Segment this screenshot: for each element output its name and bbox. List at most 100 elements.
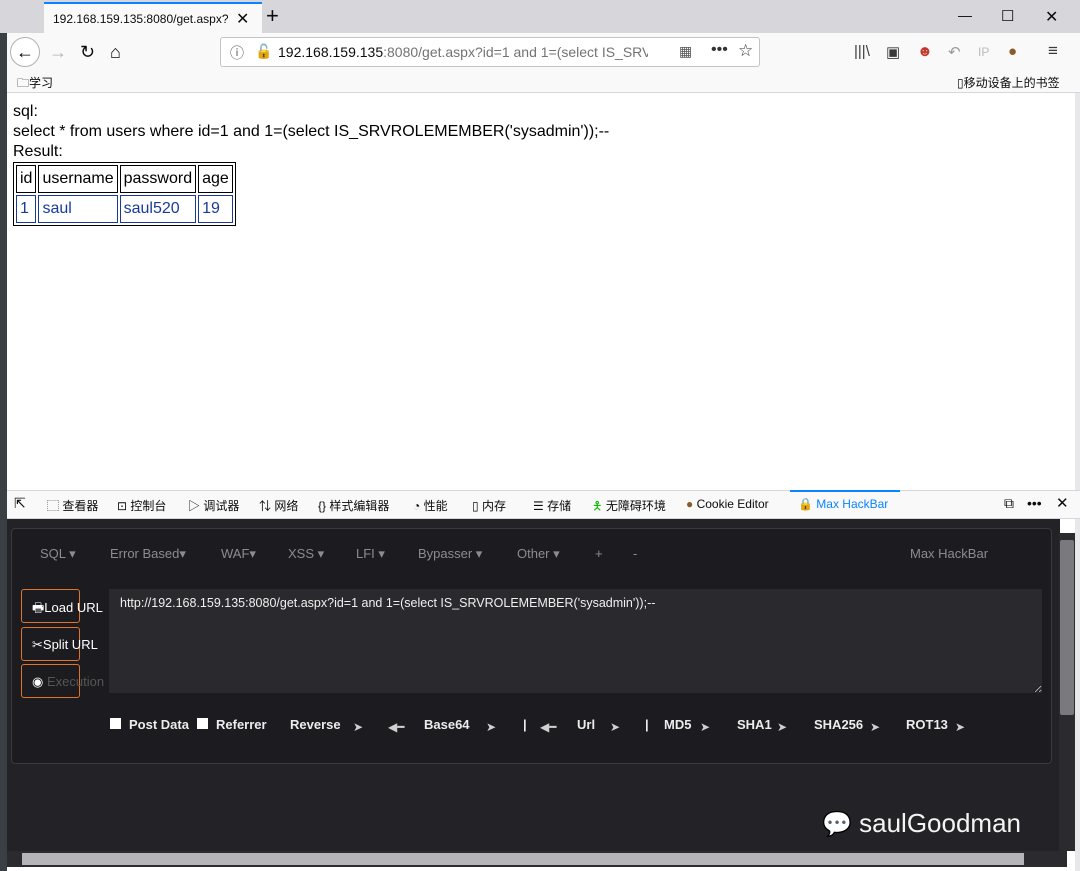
tab-label: 无障碍环境 xyxy=(605,499,666,513)
url-encode-icon[interactable]: ➤ xyxy=(610,720,620,734)
hackbar-url-input[interactable]: http://192.168.159.135:8080/get.aspx?id=… xyxy=(109,589,1042,693)
load-icon: 🖶 xyxy=(32,600,45,615)
memory-icon: ▯ xyxy=(472,499,482,513)
tab-console[interactable]: ⊡ 控制台 xyxy=(117,497,166,514)
split-icon: ✂ xyxy=(32,637,43,652)
bookmark-star-icon[interactable]: ☆ xyxy=(738,41,753,61)
tab-label: 控制台 xyxy=(130,499,167,513)
table-row: 1 saul saul520 19 xyxy=(16,195,233,223)
menu-waf[interactable]: WAF▾ xyxy=(221,546,256,562)
tab-memory[interactable]: ▯ 内存 xyxy=(472,497,506,514)
cookie-editor-icon: ● xyxy=(686,497,697,511)
table-header: password xyxy=(119,165,197,193)
bookmark-mobile-label: 移动设备上的书签 xyxy=(963,76,1060,90)
menu-sql[interactable]: SQL ▾ xyxy=(40,546,76,562)
window-close-icon[interactable]: ✕ xyxy=(1045,7,1058,27)
tab-network[interactable]: ⇅ 网络 xyxy=(259,497,298,514)
forward-icon[interactable]: → xyxy=(49,42,67,63)
library-icon[interactable]: |||\ xyxy=(854,43,870,60)
maximize-icon[interactable]: ☐ xyxy=(1001,7,1014,25)
mobile-icon: ▯ xyxy=(957,76,964,90)
vertical-scrollbar-thumb[interactable] xyxy=(1060,540,1074,715)
rot13-button[interactable]: ROT13 xyxy=(906,717,948,732)
sha1-arrow-icon: ➤ xyxy=(777,720,788,734)
arrow-right-icon[interactable]: ➤ xyxy=(353,720,363,734)
tab-storage[interactable]: ☰ 存储 xyxy=(533,497,571,514)
result-label: Result: xyxy=(13,143,63,160)
url-bar[interactable]: ⓘ 🔓 192.168.159.135:8080/get.aspx?id=1 a… xyxy=(220,37,760,67)
url-text[interactable]: 192.168.159.135:8080/get.aspx?id=1 and 1… xyxy=(278,44,648,60)
bookmark-folder-study[interactable]: 🗀学习 xyxy=(17,74,53,95)
extension-avatar-icon[interactable]: ☻ xyxy=(917,43,933,60)
sha256-arrow-icon: ➤ xyxy=(870,720,881,734)
table-cell: 19 xyxy=(198,195,233,223)
separator: | xyxy=(645,717,649,732)
inspector-icon: ⬚ xyxy=(47,499,63,513)
horizontal-scrollbar-thumb[interactable] xyxy=(22,853,1024,865)
dock-icon[interactable]: ⧉ xyxy=(1004,495,1014,512)
reload-icon[interactable]: ↻ xyxy=(80,42,95,63)
info-icon[interactable]: ⓘ xyxy=(230,43,244,63)
table-cell: saul xyxy=(38,195,118,223)
sql-label: sql: xyxy=(13,103,38,120)
watermark-text: saulGoodman xyxy=(859,808,1022,838)
hackbar-lock-icon: 🔒 xyxy=(798,497,817,511)
cookie-icon[interactable]: ● xyxy=(1008,43,1017,60)
arrow-left-icon[interactable]: ◀━ xyxy=(388,720,404,734)
base64-encode-icon[interactable]: ➤ xyxy=(486,720,496,734)
menu-add[interactable]: + xyxy=(595,546,603,561)
tab-style-editor[interactable]: {} 样式编辑器 xyxy=(318,497,389,514)
referrer-checkbox[interactable] xyxy=(197,718,208,729)
bookmark-folder-label: 学习 xyxy=(29,76,54,90)
element-picker-icon[interactable]: ⇱ xyxy=(14,495,26,512)
menu-bypasser[interactable]: Bypasser ▾ xyxy=(418,546,482,562)
new-tab-icon[interactable]: + xyxy=(266,3,279,29)
menu-xss[interactable]: XSS ▾ xyxy=(288,546,324,562)
tab-performance[interactable]: ◔ 性能 xyxy=(413,497,448,514)
result-table: id username password age 1 saul saul520 … xyxy=(13,162,236,226)
undo-icon[interactable]: ↶ xyxy=(948,43,961,61)
load-url-button[interactable]: 🖶Load URL xyxy=(21,589,103,623)
url-decode-icon[interactable]: ◀━ xyxy=(540,720,556,734)
back-icon[interactable]: ← xyxy=(10,37,40,67)
sidebar-icon[interactable]: ▣ xyxy=(886,43,900,61)
tab-inspector[interactable]: ⬚ 查看器 xyxy=(47,497,98,514)
devtools-menu-icon[interactable]: ••• xyxy=(1027,495,1042,511)
hackbar-brand: Max HackBar xyxy=(910,546,989,561)
bookmark-mobile[interactable]: ▯移动设备上的书签 xyxy=(957,74,1060,91)
tab-close-icon[interactable]: ✕ xyxy=(236,9,249,29)
base64-label: Base64 xyxy=(424,717,470,732)
devtools-close-icon[interactable]: ✕ xyxy=(1056,494,1069,512)
browser-tab[interactable]: 192.168.159.135:8080/get.aspx?i ✕ xyxy=(44,2,262,33)
tab-label: Max HackBar xyxy=(816,497,889,511)
hamburger-menu-icon[interactable]: ≡ xyxy=(1048,41,1058,61)
split-url-label: Split URL xyxy=(42,637,98,652)
menu-error-based[interactable]: Error Based▾ xyxy=(110,546,186,562)
tab-cookie-editor[interactable]: ● Cookie Editor xyxy=(686,497,769,511)
rot13-arrow-icon: ➤ xyxy=(955,720,966,734)
md5-button[interactable]: MD5 xyxy=(664,717,691,732)
network-icon: ⇅ xyxy=(259,499,275,513)
folder-icon: 🗀 xyxy=(17,76,30,90)
home-icon[interactable]: ⌂ xyxy=(110,42,121,63)
minimize-icon[interactable]: — xyxy=(958,7,972,23)
reverse-button[interactable]: Reverse xyxy=(290,717,341,732)
page-actions-icon[interactable]: ••• xyxy=(711,41,728,59)
execution-button[interactable]: ◉ Execution xyxy=(21,664,104,698)
ip-extension-icon[interactable]: IP xyxy=(978,45,989,59)
md5-arrow-icon: ➤ xyxy=(700,720,711,734)
tab-debugger[interactable]: ▷ 调试器 xyxy=(188,497,239,514)
menu-lfi[interactable]: LFI ▾ xyxy=(356,546,385,562)
tab-max-hackbar[interactable]: 🔒 Max HackBar xyxy=(798,497,888,511)
table-header: age xyxy=(198,165,233,193)
menu-other[interactable]: Other ▾ xyxy=(517,546,560,562)
qr-code-icon[interactable]: ▦ xyxy=(679,43,692,60)
sha256-button[interactable]: SHA256 xyxy=(814,717,863,732)
tab-accessibility[interactable]: 🯅 无障碍环境 xyxy=(592,497,666,518)
post-data-checkbox[interactable] xyxy=(110,718,121,729)
split-url-button[interactable]: ✂Split URL xyxy=(21,627,98,661)
menu-remove[interactable]: - xyxy=(633,546,637,561)
console-icon: ⊡ xyxy=(117,499,131,513)
sha1-button[interactable]: SHA1 xyxy=(737,717,772,732)
insecure-lock-icon[interactable]: 🔓 xyxy=(255,43,272,60)
